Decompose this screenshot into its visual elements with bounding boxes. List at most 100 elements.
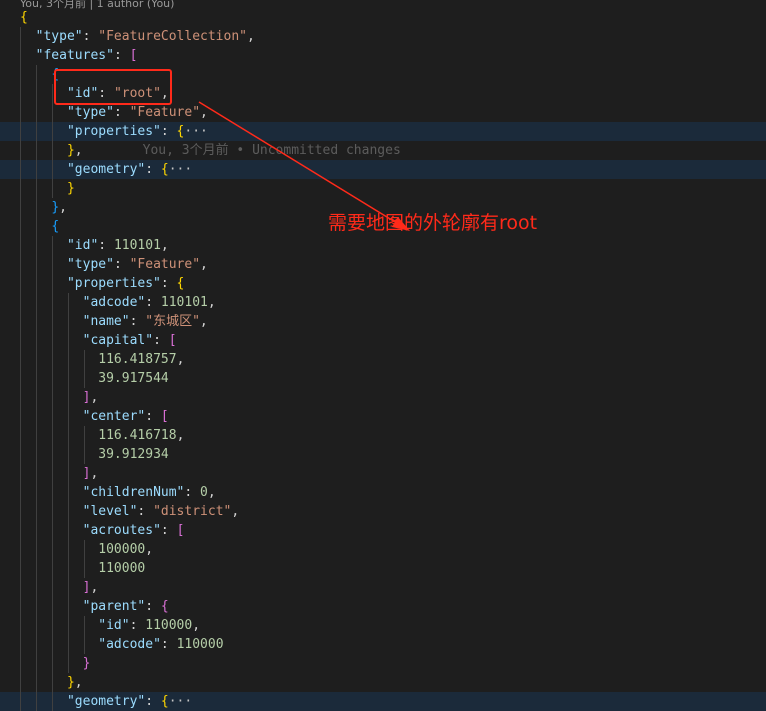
json-value: 110000 <box>176 637 224 652</box>
json-value: 110101 <box>113 238 161 253</box>
json-value: 116.418757 <box>98 352 177 367</box>
separator: , <box>160 238 169 253</box>
code-line: 110000 <box>20 559 766 578</box>
separator: , <box>207 485 216 500</box>
json-key: "capital" <box>82 333 154 348</box>
code-line: "level": "district", <box>20 502 766 521</box>
separator: , <box>192 618 201 633</box>
code-line: "properties": { <box>20 274 766 293</box>
separator: , <box>207 295 216 310</box>
folded-ellipsis[interactable]: ··· <box>169 694 192 709</box>
separator: : <box>129 314 146 329</box>
code-line: }, You, 3个月前 • Uncommitted changes <box>20 141 766 160</box>
bracket: } <box>66 143 75 158</box>
code-line: "features": [ <box>20 46 766 65</box>
bracket: [ <box>129 48 138 63</box>
separator: , <box>199 314 208 329</box>
json-key: "name" <box>82 314 130 329</box>
json-value: 39.912934 <box>98 447 169 462</box>
bracket: [ <box>168 333 177 348</box>
separator: , <box>90 390 99 405</box>
inline-blame: You, 3个月前 • Uncommitted changes <box>142 143 401 158</box>
json-key: "acroutes" <box>82 523 161 538</box>
bracket: [ <box>176 523 185 538</box>
code-line: } <box>20 179 766 198</box>
code-line: }, <box>20 673 766 692</box>
code-line: "center": [ <box>20 407 766 426</box>
separator: : <box>160 637 177 652</box>
json-key: "parent" <box>82 599 146 614</box>
separator: : <box>113 48 130 63</box>
code-line: 39.917544 <box>20 369 766 388</box>
folded-ellipsis[interactable]: ··· <box>184 124 207 139</box>
json-key: "center" <box>82 409 146 424</box>
code-line: 100000, <box>20 540 766 559</box>
separator: , <box>200 257 208 272</box>
separator: : <box>82 29 99 44</box>
separator: : <box>160 276 177 291</box>
json-key: "geometry" <box>66 162 146 177</box>
json-key: "level" <box>82 504 138 519</box>
separator: , <box>200 105 208 120</box>
separator: : <box>145 694 161 709</box>
code-line-folded[interactable]: "geometry": {··· <box>0 692 766 711</box>
code-line: "type": "FeatureCollection", <box>20 27 766 46</box>
separator: : <box>145 409 161 424</box>
annotation-highlight-box <box>54 69 172 105</box>
separator: , <box>90 580 99 595</box>
code-line: 116.416718, <box>20 426 766 445</box>
code-line: "id": 110000, <box>20 616 766 635</box>
code-line: ], <box>20 578 766 597</box>
separator: , <box>59 200 67 215</box>
json-key: "id" <box>98 618 130 633</box>
bracket: } <box>66 675 75 690</box>
bracket: } <box>66 181 75 196</box>
json-key: "geometry" <box>66 694 146 709</box>
code-line: "parent": { <box>20 597 766 616</box>
folded-ellipsis[interactable]: ··· <box>169 162 192 177</box>
separator: : <box>160 124 177 139</box>
json-key: "properties" <box>66 276 161 291</box>
code-line: "name": "东城区", <box>20 312 766 331</box>
code-line: "type": "Feature", <box>20 103 766 122</box>
json-key: "id" <box>66 238 99 253</box>
json-key: "adcode" <box>82 295 146 310</box>
code-line: ], <box>20 388 766 407</box>
separator: : <box>145 599 161 614</box>
json-key: "childrenNum" <box>82 485 185 500</box>
json-key: "type" <box>66 257 114 272</box>
json-value: "Feature" <box>129 105 201 120</box>
json-key: "properties" <box>66 124 161 139</box>
json-key: "adcode" <box>98 637 161 652</box>
bracket: { <box>160 162 169 177</box>
bracket: { <box>51 219 60 234</box>
code-line: "adcode": 110000 <box>20 635 766 654</box>
bracket: } <box>82 656 91 671</box>
code-line: "type": "Feature", <box>20 255 766 274</box>
separator: , <box>176 352 185 367</box>
separator: : <box>160 523 177 538</box>
code-line: } <box>20 654 766 673</box>
fold-gutter: ❯ ❯ ❯ <box>0 0 16 708</box>
separator: , <box>176 428 185 443</box>
separator: : <box>145 162 161 177</box>
json-value: 116.416718 <box>98 428 177 443</box>
code-editor[interactable]: { "type": "FeatureCollection", "features… <box>0 8 766 711</box>
bracket: } <box>51 200 60 215</box>
code-line: "adcode": 110101, <box>20 293 766 312</box>
code-line: ], <box>20 464 766 483</box>
separator: : <box>137 504 154 519</box>
code-line-folded[interactable]: "geometry": {··· <box>0 160 766 179</box>
code-line: { <box>20 8 766 27</box>
json-key: "type" <box>35 29 83 44</box>
separator: , <box>145 542 154 557</box>
separator: : <box>129 618 146 633</box>
bracket: [ <box>160 409 169 424</box>
json-value: 100000 <box>98 542 146 557</box>
code-line: 39.912934 <box>20 445 766 464</box>
code-line-folded[interactable]: "properties": {··· <box>0 122 766 141</box>
json-value: "东城区" <box>145 314 200 329</box>
bracket: { <box>176 276 185 291</box>
separator: : <box>113 105 130 120</box>
json-key: "features" <box>35 48 114 63</box>
